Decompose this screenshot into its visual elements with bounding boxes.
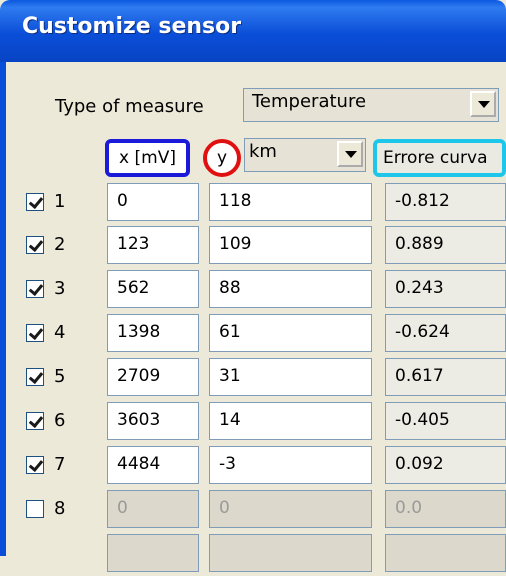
row-number: 2 bbox=[54, 234, 66, 255]
row-checkbox[interactable] bbox=[26, 368, 44, 386]
row-checkbox[interactable] bbox=[26, 412, 44, 430]
row-checkbox[interactable] bbox=[26, 280, 44, 298]
error-value-field: -0.624 bbox=[385, 314, 506, 352]
x-value-field[interactable]: 4484 bbox=[107, 446, 199, 484]
error-header-label: Errore curva bbox=[383, 148, 488, 168]
table-row: 5 2709 31 0.617 bbox=[0, 356, 506, 400]
x-value-field[interactable]: 3603 bbox=[107, 402, 199, 440]
type-of-measure-label: Type of measure bbox=[55, 96, 204, 117]
error-value-field: 0.092 bbox=[385, 446, 506, 484]
error-value-field: 0.617 bbox=[385, 358, 506, 396]
y-value-field[interactable]: -3 bbox=[209, 446, 372, 484]
table-row: 7 4484 -3 0.092 bbox=[0, 444, 506, 488]
row-checkbox[interactable] bbox=[26, 324, 44, 342]
unit-dropdown[interactable]: km bbox=[244, 138, 366, 172]
error-column-header: Errore curva bbox=[373, 139, 506, 177]
x-value-field[interactable]: 2709 bbox=[107, 358, 199, 396]
table-row: 3 562 88 0.243 bbox=[0, 268, 506, 312]
error-value-field: -0.405 bbox=[385, 402, 506, 440]
row-number: 8 bbox=[54, 498, 66, 519]
x-column-header: x [mV] bbox=[105, 139, 190, 177]
row-checkbox[interactable] bbox=[26, 456, 44, 474]
table-row: 4 1398 61 -0.624 bbox=[0, 312, 506, 356]
y-header-label: y bbox=[216, 148, 228, 168]
table-row: 1 0 118 -0.812 bbox=[0, 181, 506, 225]
row-number: 7 bbox=[54, 454, 66, 475]
y-value-field[interactable]: 31 bbox=[209, 358, 372, 396]
x-value-field[interactable]: 123 bbox=[107, 226, 199, 264]
y-value-field[interactable]: 61 bbox=[209, 314, 372, 352]
x-value-field[interactable]: 0 bbox=[107, 490, 199, 528]
error-value-field: 0.889 bbox=[385, 226, 506, 264]
table-row: 2 123 109 0.889 bbox=[0, 224, 506, 268]
error-value-field: 0.0 bbox=[385, 490, 506, 528]
row-checkbox[interactable] bbox=[26, 500, 44, 518]
error-value-field bbox=[385, 534, 506, 572]
table-row bbox=[0, 532, 506, 576]
row-number: 3 bbox=[54, 278, 66, 299]
row-number: 1 bbox=[54, 191, 66, 212]
y-value-field[interactable]: 109 bbox=[209, 226, 372, 264]
row-number: 4 bbox=[54, 322, 66, 343]
row-checkbox[interactable] bbox=[26, 236, 44, 254]
error-value-field: -0.812 bbox=[385, 183, 506, 221]
row-number: 5 bbox=[54, 366, 66, 387]
y-value-field[interactable] bbox=[209, 534, 372, 572]
measure-type-value: Temperature bbox=[252, 91, 367, 112]
x-header-label: x [mV] bbox=[119, 148, 176, 168]
unit-value: km bbox=[249, 141, 277, 162]
row-checkbox[interactable] bbox=[26, 193, 44, 211]
x-value-field[interactable] bbox=[107, 534, 199, 572]
x-value-field[interactable]: 0 bbox=[107, 183, 199, 221]
y-value-field[interactable]: 118 bbox=[209, 183, 372, 221]
chevron-down-icon[interactable] bbox=[337, 141, 363, 167]
y-value-field[interactable]: 88 bbox=[209, 270, 372, 308]
title-bar: Customize sensor bbox=[0, 0, 506, 62]
row-number: 6 bbox=[54, 410, 66, 431]
x-value-field[interactable]: 562 bbox=[107, 270, 199, 308]
window-title: Customize sensor bbox=[22, 14, 242, 39]
table-row: 6 3603 14 -0.405 bbox=[0, 400, 506, 444]
x-value-field[interactable]: 1398 bbox=[107, 314, 199, 352]
measure-type-dropdown[interactable]: Temperature bbox=[243, 88, 499, 122]
error-value-field: 0.243 bbox=[385, 270, 506, 308]
chevron-down-icon[interactable] bbox=[470, 91, 496, 117]
y-value-field[interactable]: 0 bbox=[209, 490, 372, 528]
y-column-header: y bbox=[203, 139, 241, 177]
table-row: 8 0 0 0.0 bbox=[0, 488, 506, 532]
y-value-field[interactable]: 14 bbox=[209, 402, 372, 440]
